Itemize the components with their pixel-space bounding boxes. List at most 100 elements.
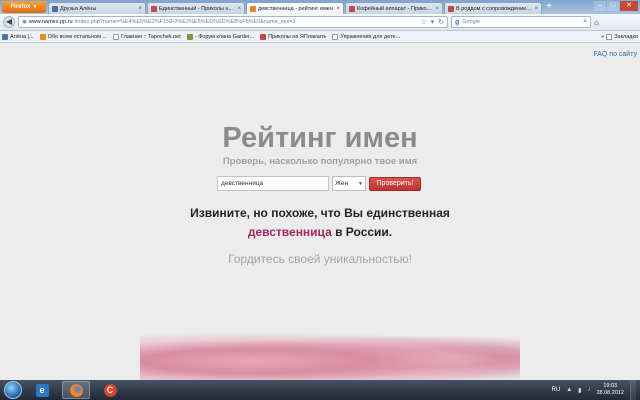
gender-select[interactable]: Жен ▼ — [332, 176, 366, 191]
site-favicon-icon — [448, 5, 454, 12]
google-icon: g — [455, 18, 460, 26]
chevron-down-icon: ▼ — [32, 4, 38, 10]
close-icon[interactable]: × — [435, 6, 439, 12]
result-name: девственница — [247, 225, 332, 239]
bookmarks-menu[interactable]: » Закладки — [601, 33, 638, 40]
new-tab-button[interactable]: + — [543, 2, 555, 14]
tab-label: Единственный - Приколы н... — [159, 5, 233, 12]
tab-friends[interactable]: Друзья Алёны × — [48, 2, 146, 14]
windows-taskbar: e C RU ▲ ▮ ♪ 19:03 28.08.2012 — [0, 380, 640, 400]
url-path: /index.php?name=%E4%E5%E2%F1%F2%E2%E5%ED… — [74, 19, 296, 25]
bookmark-label: Приколы на ЯПлакалъ — [268, 33, 327, 40]
firefox-menu-label: Firefox — [10, 4, 31, 10]
close-window-button[interactable]: ✕ — [620, 1, 638, 11]
chat-icon — [186, 33, 193, 40]
taskbar-ccleaner[interactable]: C — [96, 381, 124, 399]
back-button[interactable]: ◀ — [3, 16, 15, 28]
bookmark-item[interactable]: Алёна |... — [2, 33, 34, 40]
system-tray: RU ▲ ▮ ♪ 19:03 28.08.2012 — [552, 380, 636, 400]
maximize-button[interactable]: □ — [607, 1, 619, 11]
result-line-1: Извините, но похоже, что Вы единственная — [190, 206, 450, 220]
site-favicon-icon — [250, 5, 256, 12]
clock[interactable]: 19:03 28.08.2012 — [596, 383, 624, 397]
name-input[interactable] — [217, 176, 329, 191]
page-icon — [112, 33, 119, 40]
desktop-wallpaper-roses — [140, 333, 520, 380]
tab-coffee-machine[interactable]: Кофейный аппарат - Прико... × — [345, 2, 443, 14]
result-suffix: в России. — [331, 225, 393, 239]
bookmarks-folder-icon — [606, 33, 613, 40]
star-icon[interactable]: ☆ — [420, 18, 426, 26]
check-button[interactable]: Проверить! — [369, 176, 421, 191]
vk-favicon-icon — [52, 5, 58, 12]
search-icon[interactable]: ⌕ — [583, 18, 587, 26]
clock-date: 28.08.2012 — [596, 390, 624, 396]
bookmark-item[interactable]: - Форум клана Garder... — [186, 33, 255, 40]
gender-value: Жен — [335, 180, 349, 187]
bookmark-item[interactable]: Главная :: Tapochek.net — [112, 33, 181, 40]
bookmarks-chevron-icon: » — [601, 33, 605, 40]
taskbar-firefox[interactable] — [62, 381, 90, 399]
globe-icon: ◉ — [22, 19, 27, 25]
dropdown-arrow-icon[interactable]: ▾ — [431, 18, 435, 26]
site-favicon-icon — [151, 5, 157, 12]
bookmark-label: - Форум клана Garder... — [194, 33, 255, 40]
page-subtitle: Проверь, насколько популярно твое имя — [222, 156, 418, 167]
bookmarks-bar: Алёна |... Обо всем остальном ... Главна… — [0, 31, 640, 43]
bookmark-item[interactable]: Обо всем остальном ... — [39, 33, 107, 40]
url-bar-icons: ☆ ▾ ↻ — [420, 18, 444, 26]
name-check-form: Жен ▼ Проверить! — [217, 176, 421, 191]
tab-maternity[interactable]: В роддом с сопровождение... × — [444, 2, 542, 14]
url-bar[interactable]: ◉ www.names.pp.ru/index.php?name=%E4%E5%… — [18, 16, 448, 28]
tabbar-spacer — [555, 0, 594, 14]
tab-label: девственница - рейтинг имен — [258, 5, 333, 12]
bookmark-item[interactable]: Упражнения для дете... — [332, 33, 401, 40]
bookmark-item[interactable]: Приколы на ЯПлакалъ — [260, 33, 327, 40]
page-icon — [332, 33, 339, 40]
bookmark-label: Главная :: Tapochek.net — [120, 33, 181, 40]
page-title: Рейтинг имен — [222, 122, 418, 154]
window-controls: – □ ✕ — [594, 1, 638, 14]
network-icon[interactable]: ▮ — [578, 387, 581, 394]
bookmark-label: Алёна |... — [10, 33, 34, 40]
volume-icon[interactable]: ♪ — [587, 387, 590, 393]
close-icon[interactable]: × — [336, 6, 340, 12]
firefox-menu-button[interactable]: Firefox ▼ — [2, 1, 46, 13]
internet-explorer-icon: e — [35, 383, 49, 397]
close-icon[interactable]: × — [138, 6, 142, 12]
page-content: FAQ по сайту Рейтинг имен Проверь, наско… — [0, 43, 640, 380]
vk-icon — [2, 33, 8, 40]
close-icon[interactable]: × — [534, 6, 538, 12]
faq-link[interactable]: FAQ по сайту — [593, 51, 637, 58]
show-desktop-button[interactable] — [630, 380, 636, 400]
home-icon[interactable]: ⌂ — [594, 18, 599, 27]
tab-names-rating[interactable]: девственница - рейтинг имен × — [246, 2, 344, 14]
site-icon — [260, 33, 267, 40]
result-line-2: девственница в России. — [0, 225, 640, 239]
tab-bar: Firefox ▼ Друзья Алёны × Единственный - … — [0, 0, 640, 14]
tab-label: Друзья Алёны — [60, 5, 97, 12]
site-favicon-icon — [349, 5, 355, 12]
reload-icon[interactable]: ↻ — [438, 18, 444, 26]
tray-arrow-icon[interactable]: ▲ — [566, 387, 572, 393]
bookmarks-menu-label: Закладки — [614, 33, 638, 40]
uniqueness-message: Гордитесь своей уникальностью! — [228, 252, 412, 266]
tab-label: В роддом с сопровождение... — [456, 5, 531, 12]
navigation-bar: ◀ ◉ www.names.pp.ru/index.php?name=%E4%E… — [0, 14, 640, 31]
url-host: www.names.pp.ru — [28, 19, 73, 25]
close-icon[interactable]: × — [237, 6, 241, 12]
minimize-button[interactable]: – — [594, 1, 606, 11]
firefox-icon — [69, 383, 83, 397]
tab-label: Кофейный аппарат - Прико... — [357, 5, 432, 12]
taskbar-ie[interactable]: e — [28, 381, 56, 399]
tab-jokes[interactable]: Единственный - Приколы н... × — [147, 2, 245, 14]
ccleaner-icon: C — [103, 383, 117, 397]
bookmark-label: Упражнения для дете... — [340, 33, 401, 40]
bookmark-label: Обо всем остальном ... — [47, 33, 107, 40]
search-bar[interactable]: g Google ⌕ — [451, 16, 591, 28]
forum-icon — [39, 33, 46, 40]
start-button[interactable] — [4, 381, 22, 399]
language-indicator[interactable]: RU — [552, 387, 561, 393]
clock-time: 19:03 — [603, 383, 618, 389]
chevron-down-icon: ▼ — [358, 180, 363, 187]
